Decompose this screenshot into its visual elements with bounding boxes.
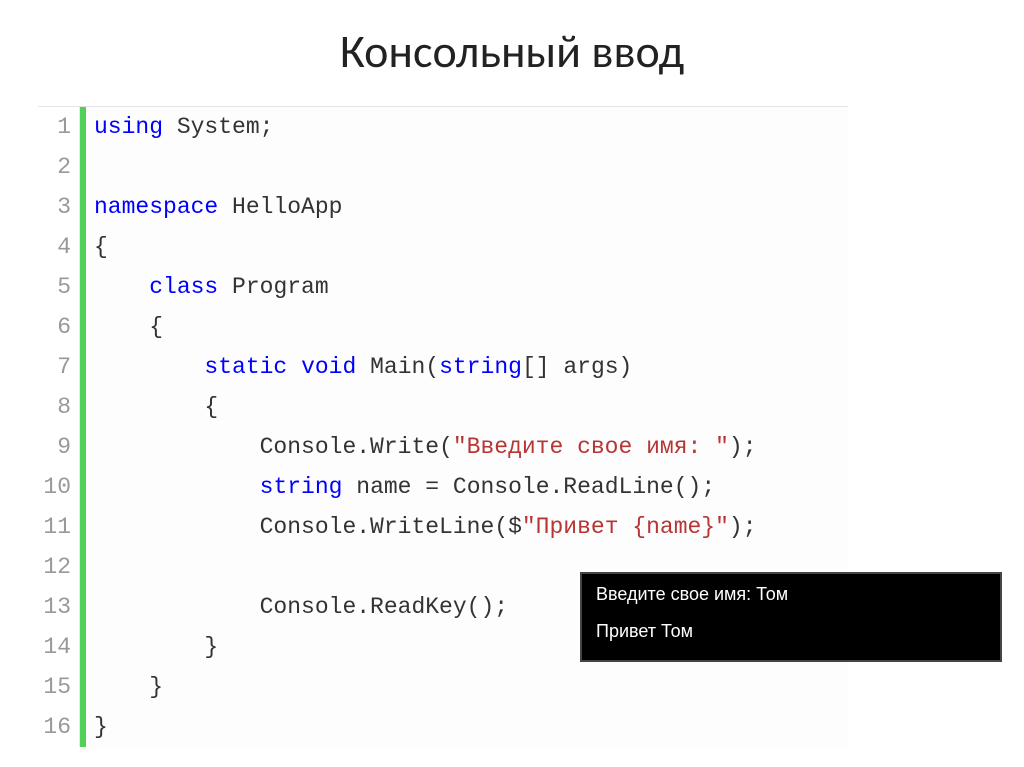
line-number: 3	[38, 187, 71, 227]
code-line: class Program	[94, 267, 848, 307]
code-line: {	[94, 227, 848, 267]
code-line: static void Main(string[] args)	[94, 347, 848, 387]
line-number: 13	[38, 587, 71, 627]
code-line: Console.Write("Введите свое имя: ");	[94, 427, 848, 467]
line-number: 16	[38, 707, 71, 747]
line-number: 5	[38, 267, 71, 307]
code-line	[94, 147, 848, 187]
code-line: Console.WriteLine($"Привет {name}");	[94, 507, 848, 547]
code-line: string name = Console.ReadLine();	[94, 467, 848, 507]
line-number: 6	[38, 307, 71, 347]
line-number: 4	[38, 227, 71, 267]
line-number: 15	[38, 667, 71, 707]
line-number: 9	[38, 427, 71, 467]
slide-title: Консольный ввод	[0, 0, 1024, 94]
code-line: namespace HelloApp	[94, 187, 848, 227]
line-number: 1	[38, 107, 71, 147]
line-number: 11	[38, 507, 71, 547]
console-line-2: Привет Том	[596, 621, 986, 642]
console-line-1: Введите свое имя: Том	[596, 584, 986, 605]
line-number-gutter: 12345678910111213141516	[38, 107, 80, 747]
code-line: }	[94, 707, 848, 747]
line-number: 2	[38, 147, 71, 187]
code-line: {	[94, 307, 848, 347]
line-number: 7	[38, 347, 71, 387]
line-number: 12	[38, 547, 71, 587]
line-number: 8	[38, 387, 71, 427]
code-line: using System;	[94, 107, 848, 147]
console-output: Введите свое имя: Том Привет Том	[580, 572, 1002, 662]
line-number: 10	[38, 467, 71, 507]
line-number: 14	[38, 627, 71, 667]
code-line: }	[94, 667, 848, 707]
code-line: {	[94, 387, 848, 427]
